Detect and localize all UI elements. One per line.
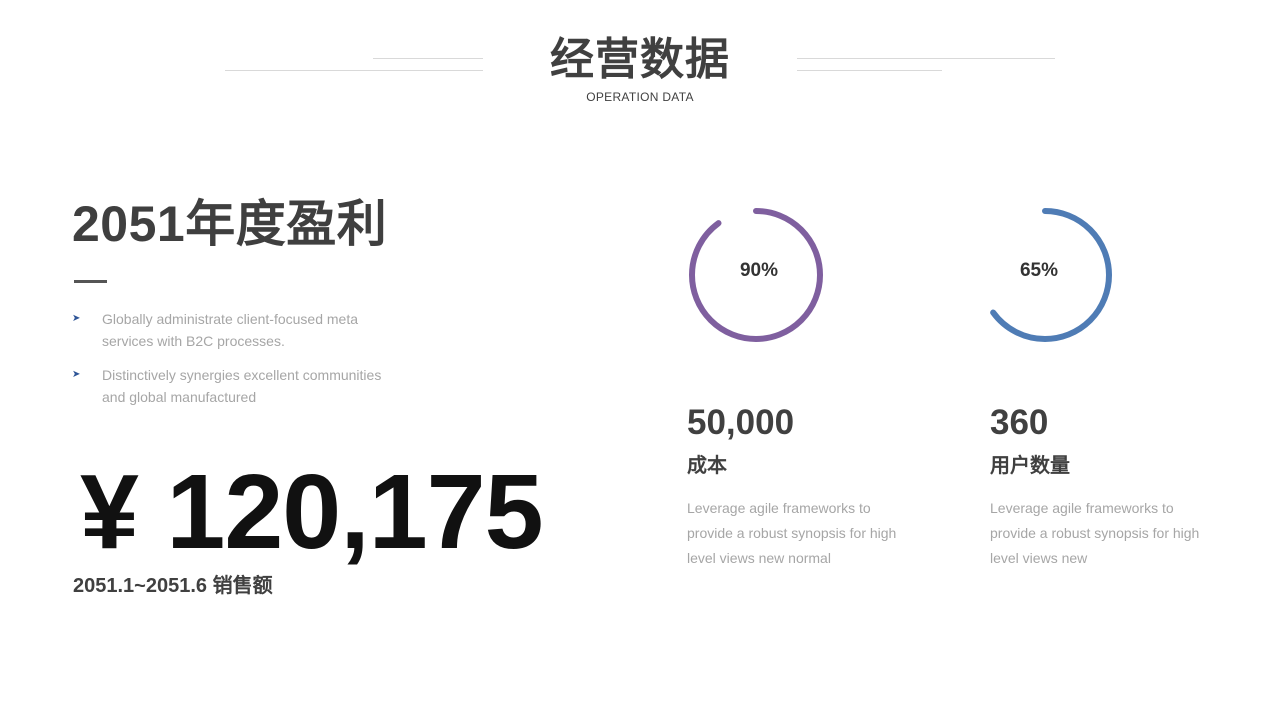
bullet-text: Distinctively synergies excellent commun… [102, 367, 382, 405]
sales-amount: ¥ 120,175 [80, 453, 544, 571]
progress-percent-label: 90% [739, 260, 779, 281]
page-title: 经营数据 [550, 35, 730, 84]
heading-divider [74, 280, 107, 283]
stat-label-cost: 成本 [687, 455, 727, 477]
arrow-bullet-icon: ➤ [72, 313, 81, 324]
stat-value-users: 360 [990, 403, 1049, 442]
progress-percent-label: 65% [1019, 260, 1059, 281]
bullet-item: ➤ Distinctively synergies excellent comm… [72, 364, 402, 408]
stat-label-users: 用户数量 [990, 455, 1070, 477]
sales-period-label: 2051.1~2051.6 销售额 [73, 575, 273, 597]
stat-description-cost: Leverage agile frameworks to provide a r… [687, 500, 897, 566]
arrow-bullet-icon: ➤ [72, 369, 81, 380]
stat-value-cost: 50,000 [687, 403, 795, 442]
stat-description-users: Leverage agile frameworks to provide a r… [990, 500, 1200, 566]
bullet-text: Globally administrate client-focused met… [102, 311, 359, 349]
page-subtitle: OPERATION DATA [586, 90, 694, 104]
section-heading: 2051年度盈利 [72, 196, 388, 252]
bullet-item: ➤ Globally administrate client-focused m… [72, 308, 402, 352]
